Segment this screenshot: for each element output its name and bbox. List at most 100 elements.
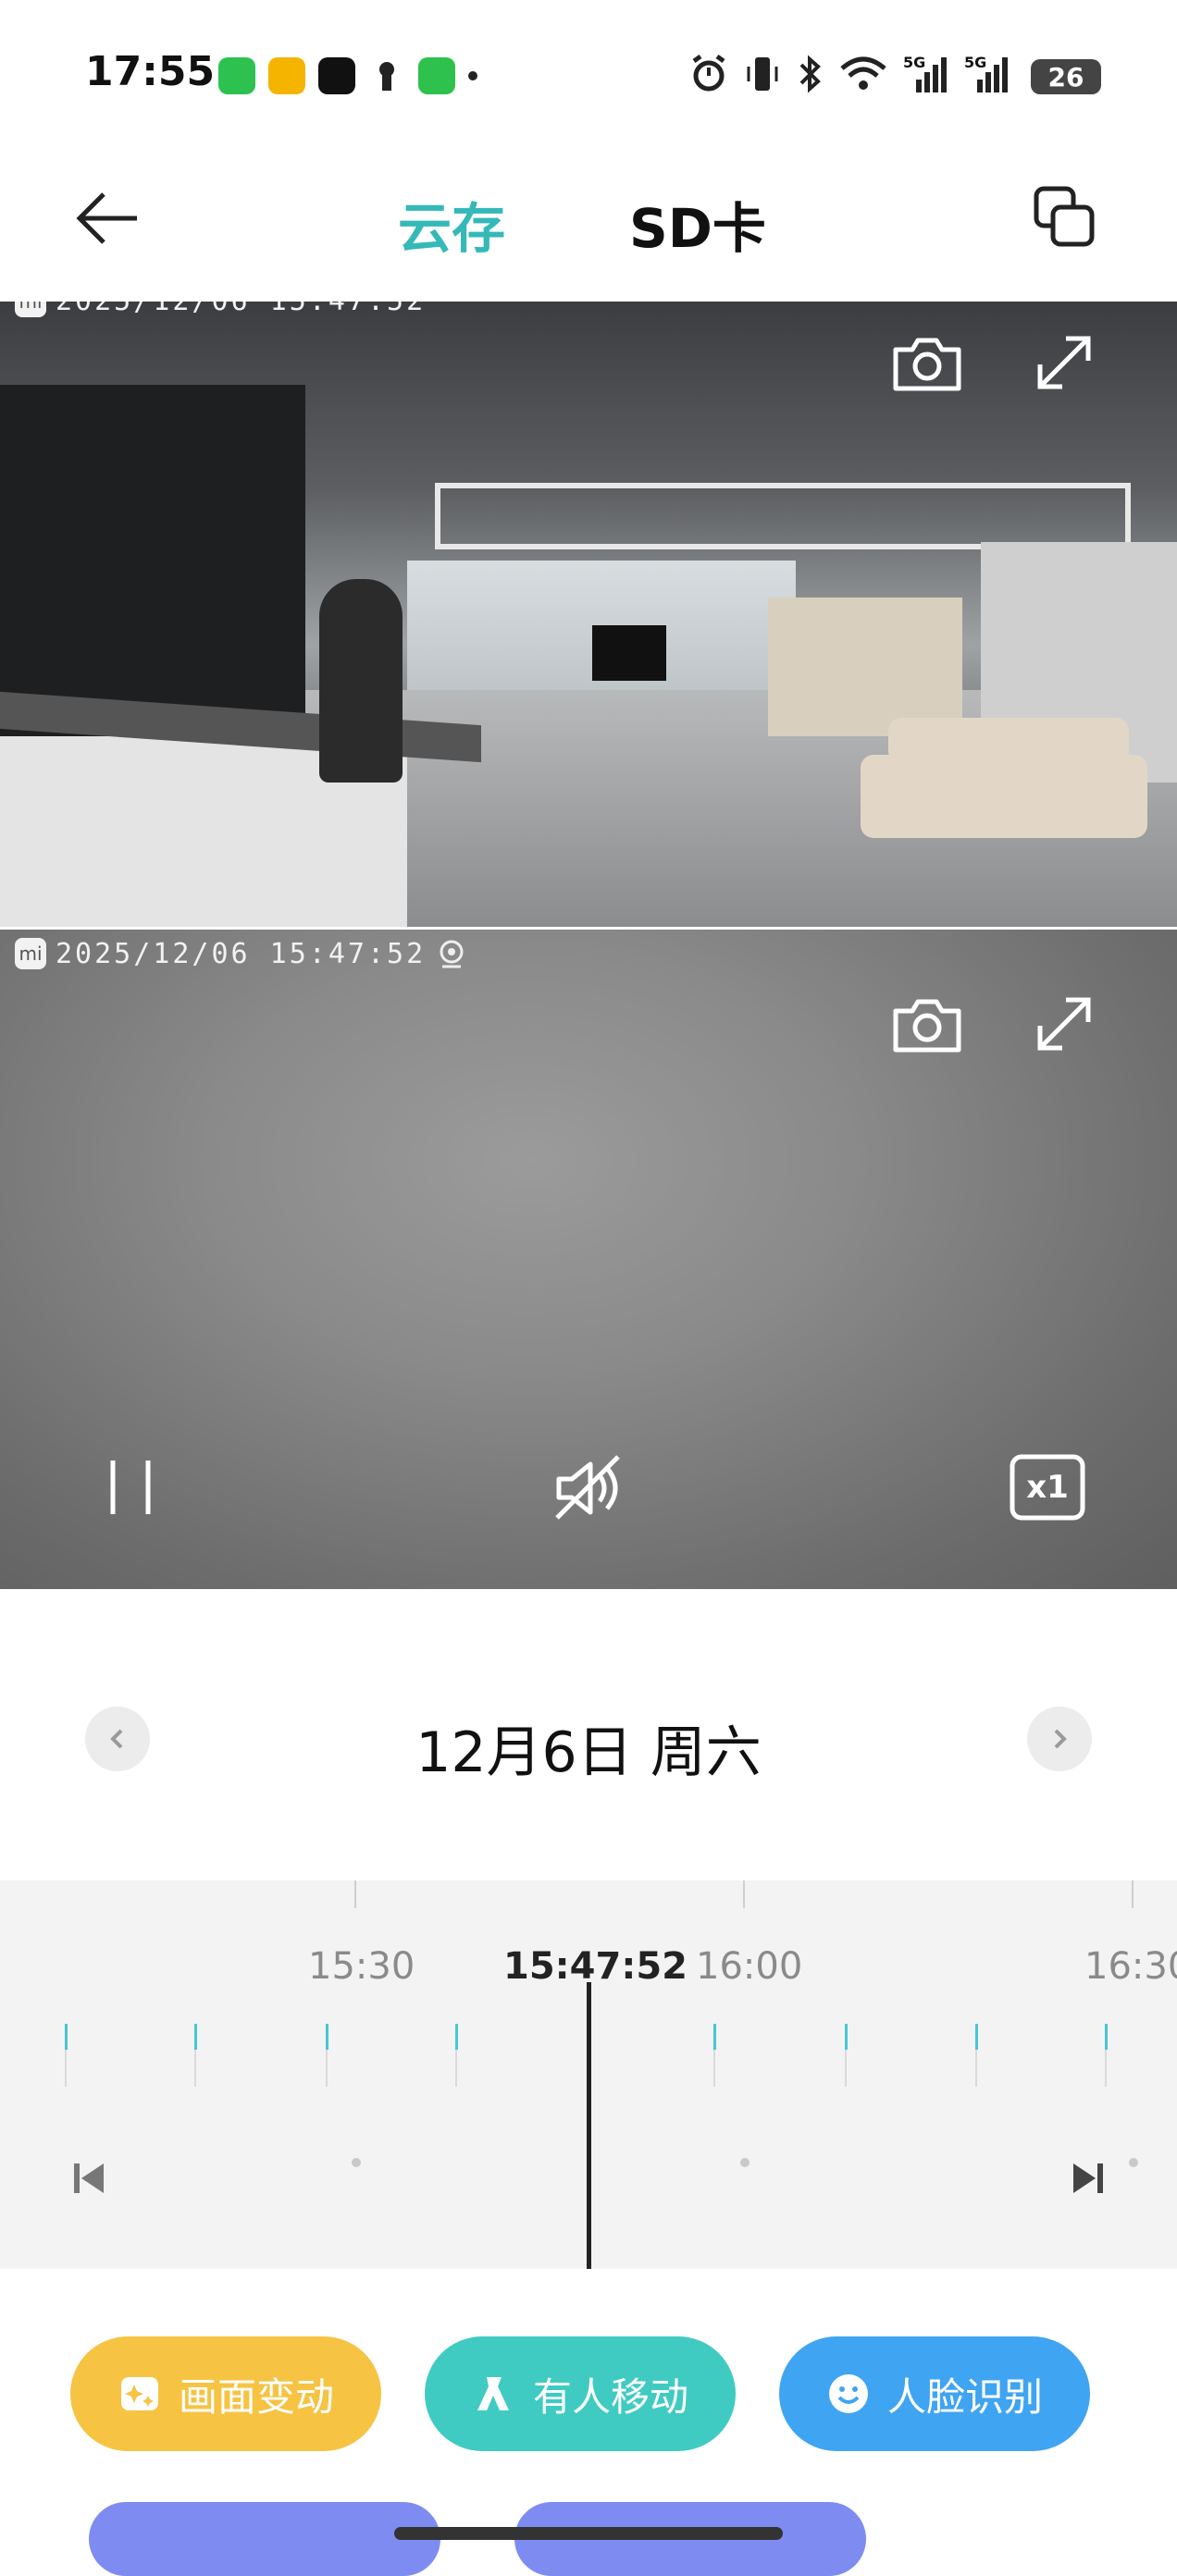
shelf-partition	[768, 598, 962, 736]
marker-stem	[975, 2050, 977, 2087]
timeline-minor-dot	[740, 2158, 750, 2167]
timeline-minor-dot	[1129, 2158, 1138, 2167]
skip-previous-icon	[74, 2163, 104, 2193]
mi-logo-icon: mi	[15, 302, 46, 317]
signal-1-icon: 5G	[903, 54, 949, 94]
timeline-major-tick	[1132, 1880, 1134, 1908]
event-marker[interactable]	[326, 2024, 328, 2050]
pause-icon	[110, 1461, 151, 1514]
status-time: 17:55	[85, 48, 216, 95]
marker-stem	[194, 2050, 196, 2087]
network-type-2: 5G	[964, 54, 987, 71]
whatsapp-icon	[418, 57, 455, 94]
camera-view-2[interactable]: mi 2025/12/06 15:47:52 x1	[0, 930, 1177, 1589]
sparkle-image-icon	[118, 2372, 162, 2416]
timeline-label: 16:30	[1084, 1945, 1177, 1988]
camera-view-1[interactable]: mi 2025/12/06 15:47:52	[0, 302, 1177, 927]
camera-1-timestamp: mi 2025/12/06 15:47:52	[15, 302, 426, 317]
wifi-icon	[840, 56, 886, 90]
keyhole-icon	[368, 57, 405, 94]
camera-2-fullscreen-button[interactable]	[1025, 985, 1103, 1063]
event-marker[interactable]	[1105, 2024, 1108, 2050]
speed-label: x1	[1026, 1469, 1069, 1506]
filter-label: 人脸识别	[886, 2373, 1043, 2420]
timeline-major-tick	[354, 1880, 356, 1908]
signal-2-icon: 5G	[964, 54, 1010, 94]
event-marker[interactable]	[845, 2024, 848, 2050]
back-arrow-icon	[76, 192, 137, 244]
marker-stem	[1105, 2050, 1107, 2087]
camera-icon	[893, 999, 961, 1053]
marker-stem	[845, 2050, 847, 2087]
current-date: 12月6日 周六	[415, 1720, 762, 1785]
figure-statue	[319, 579, 403, 783]
battery-level: 26	[1047, 61, 1084, 92]
marker-stem	[455, 2050, 457, 2087]
monitor	[592, 625, 666, 681]
gesture-home-bar[interactable]	[394, 2527, 783, 2540]
top-nav: 云存 SD卡	[0, 166, 1177, 268]
camera-1-fullscreen-button[interactable]	[1025, 324, 1103, 401]
camera-2-timestamp: mi 2025/12/06 15:47:52	[15, 937, 468, 970]
event-marker[interactable]	[975, 2024, 978, 2050]
timestamp-text: 2025/12/06 15:47:52	[56, 302, 426, 317]
mi-logo-icon: mi	[15, 938, 46, 969]
status-bar: 17:55 5G 5G 26	[0, 0, 1177, 139]
filter-label: 画面变动	[178, 2373, 334, 2420]
person-walk-icon	[472, 2372, 516, 2416]
tab-sd-card[interactable]: SD卡	[629, 185, 766, 263]
event-marker[interactable]	[455, 2024, 458, 2050]
filter-face-button[interactable]: 人脸识别	[779, 2336, 1090, 2451]
timeline-major-tick	[743, 1880, 745, 1908]
skip-previous-button[interactable]	[68, 2158, 109, 2199]
battery-indicator: 26	[1031, 59, 1101, 94]
multi-view-button[interactable]	[1033, 185, 1097, 250]
back-button[interactable]	[74, 191, 141, 246]
network-type-1: 5G	[903, 54, 926, 71]
more-notifications-dot	[468, 71, 477, 80]
ceiling-light-frame	[435, 483, 1131, 549]
timeline-cursor[interactable]	[587, 1982, 591, 2269]
skip-next-button[interactable]	[1068, 2158, 1109, 2199]
mute-button[interactable]	[550, 1453, 627, 1523]
speaker-muted-icon	[555, 1455, 620, 1520]
camera-icon	[893, 338, 961, 391]
filter-label: 有人移动	[532, 2373, 688, 2420]
vibrate-icon	[747, 57, 778, 91]
recording-icon	[440, 940, 464, 968]
sofa-back	[888, 718, 1129, 764]
expand-icon	[1037, 997, 1091, 1051]
camera-1-snapshot-button[interactable]	[888, 324, 966, 401]
tab-cloud-storage[interactable]: 云存	[398, 185, 505, 263]
smile-face-icon	[826, 2372, 871, 2416]
skip-next-icon	[1073, 2163, 1103, 2193]
timeline-label: 15:30	[308, 1945, 415, 1988]
alarm-icon	[692, 54, 725, 92]
next-day-button[interactable]	[1027, 1707, 1092, 1771]
more-filter-chip[interactable]	[89, 2502, 440, 2576]
timestamp-text: 2025/12/06 15:47:52	[56, 937, 427, 970]
filter-motion-button[interactable]: 画面变动	[70, 2336, 381, 2451]
timeline-label: 16:00	[696, 1945, 803, 1988]
multi-window-icon	[1034, 186, 1095, 247]
sofa	[861, 755, 1147, 838]
bluetooth-icon	[799, 55, 821, 93]
notification-icons	[218, 57, 477, 94]
event-marker[interactable]	[65, 2024, 68, 2050]
playback-timeline[interactable]: 15:30 15:47:52 16:00 16:30	[0, 1880, 1177, 2269]
event-marker[interactable]	[194, 2024, 197, 2050]
chevron-right-icon	[1054, 1729, 1067, 1749]
playback-speed-button[interactable]: x1	[1009, 1453, 1086, 1522]
weibo-icon	[268, 57, 305, 94]
marker-stem	[65, 2050, 67, 2087]
marker-stem	[326, 2050, 328, 2087]
date-navigator: 12月6日 周六	[0, 1693, 1177, 1785]
pause-button[interactable]	[100, 1453, 161, 1522]
expand-icon	[1037, 336, 1091, 389]
camera-2-snapshot-button[interactable]	[888, 985, 966, 1063]
event-marker[interactable]	[713, 2024, 716, 2050]
wechat-icon	[218, 57, 255, 94]
tiktok-icon	[318, 57, 355, 94]
marker-stem	[713, 2050, 715, 2087]
filter-person-button[interactable]: 有人移动	[425, 2336, 736, 2451]
